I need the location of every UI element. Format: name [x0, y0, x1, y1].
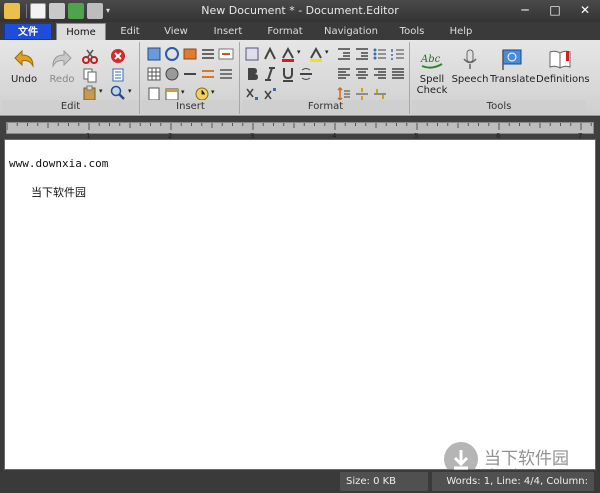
translate-globe-flag-icon	[502, 49, 522, 70]
insert-table-icon[interactable]	[146, 66, 162, 82]
strikethrough-icon[interactable]	[298, 66, 314, 82]
text-color-icon[interactable]	[280, 46, 296, 62]
document-editor-area[interactable]: www.downxia.com 当下软件园	[4, 139, 596, 470]
ribbon-group-edit: Undo Redo ▾ ▾ Edit	[2, 42, 140, 114]
status-bar: Size: 0 KB Words: 1, Line: 4/4, Column: …	[0, 470, 600, 493]
redo-button[interactable]: Redo	[42, 46, 82, 96]
speech-label: Speech	[451, 74, 489, 85]
tab-format[interactable]: Format	[262, 23, 308, 40]
insert-picture-icon[interactable]	[146, 46, 162, 62]
tab-view[interactable]: View	[156, 23, 196, 40]
horizontal-ruler[interactable]: 1 2 3 4 5 6 7	[0, 117, 600, 140]
spell-check-abc-icon: Abc	[420, 54, 443, 69]
ribbon: Undo Redo ▾ ▾ Edit ▾ ▾ Insert ▾ ▾ Format…	[0, 40, 600, 116]
group-label-tools: Tools	[412, 100, 586, 113]
title-bar: ▾ New Document * - Document.Editor ─ □ ✕	[0, 0, 600, 22]
bullet-list-icon[interactable]	[372, 46, 388, 62]
tab-help[interactable]: Help	[444, 23, 478, 40]
microphone-icon	[463, 49, 477, 69]
group-label-insert: Insert	[142, 100, 239, 113]
text-color-chevron-icon[interactable]: ▾	[297, 48, 305, 64]
ruler-track	[6, 122, 594, 134]
highlight-chevron-icon[interactable]: ▾	[325, 48, 333, 64]
document-line-chinese[interactable]: 当下软件园	[31, 184, 86, 200]
insert-shape-icon[interactable]	[182, 46, 198, 62]
group-label-format: Format	[242, 100, 409, 113]
dictionary-book-icon	[549, 50, 571, 69]
ribbon-tab-strip: 文件 Home Edit View Insert Format Navigati…	[0, 22, 600, 40]
redo-label: Redo	[49, 74, 75, 85]
ruler-ticks	[6, 123, 592, 130]
indent-decrease-icon[interactable]	[336, 46, 352, 62]
status-size: Size: 0 KB	[340, 472, 428, 491]
insert-object-icon[interactable]	[164, 66, 180, 82]
tab-navigation[interactable]: Navigation	[320, 23, 382, 40]
cut-scissors-icon[interactable]	[82, 48, 98, 64]
group-label-edit: Edit	[2, 100, 139, 113]
ribbon-group-insert: ▾ ▾ Insert	[142, 42, 240, 114]
tab-file[interactable]: 文件	[4, 23, 52, 40]
ribbon-group-tools: Abc Spell Check Speech Translate Definit…	[412, 42, 590, 114]
italic-icon[interactable]	[262, 66, 278, 82]
indent-increase-icon[interactable]	[354, 46, 370, 62]
insert-symbol-icon[interactable]	[200, 46, 216, 62]
watermark-text: 当下软件园	[484, 449, 569, 469]
status-position-info: Words: 1, Line: 4/4, Column: 9/9	[432, 472, 594, 491]
tab-home[interactable]: Home	[56, 23, 106, 40]
find-magnifier-icon[interactable]	[110, 85, 126, 101]
underline-icon[interactable]	[280, 66, 296, 82]
translate-button[interactable]: Translate	[490, 46, 536, 96]
speech-button[interactable]: Speech	[450, 46, 490, 96]
spell-check-label-line1: Spell	[419, 74, 445, 85]
bold-icon[interactable]	[244, 66, 260, 82]
definitions-button[interactable]: Definitions	[536, 46, 590, 96]
highlight-icon[interactable]	[308, 46, 324, 62]
close-button[interactable]: ✕	[570, 0, 600, 20]
select-all-icon[interactable]	[110, 67, 126, 83]
numbered-list-icon[interactable]	[390, 46, 406, 62]
document-line-url[interactable]: www.downxia.com	[9, 157, 108, 170]
translate-label: Translate	[490, 74, 536, 85]
justify-icon[interactable]	[390, 66, 406, 82]
undo-arrow-icon	[14, 49, 34, 68]
align-center-icon[interactable]	[354, 66, 370, 82]
spell-check-button[interactable]: Abc Spell Check	[412, 46, 452, 96]
maximize-button[interactable]: □	[540, 0, 570, 20]
font-size-icon[interactable]	[262, 46, 278, 62]
undo-label: Undo	[10, 74, 38, 85]
ribbon-group-format: ▾ ▾ Format	[242, 42, 410, 114]
undo-button[interactable]: Undo	[4, 46, 44, 96]
horizontal-line-icon[interactable]	[182, 66, 198, 82]
insert-link-icon[interactable]	[164, 46, 180, 62]
font-icon[interactable]	[244, 46, 260, 62]
insert-break-icon[interactable]	[200, 66, 216, 82]
insert-text-box-icon[interactable]	[218, 46, 234, 62]
svg-text:Abc: Abc	[420, 54, 441, 65]
definitions-label: Definitions	[536, 74, 590, 85]
tab-edit[interactable]: Edit	[110, 23, 150, 40]
delete-circle-icon[interactable]	[110, 48, 126, 64]
tab-tools[interactable]: Tools	[394, 23, 430, 40]
redo-arrow-icon	[52, 49, 72, 68]
spell-check-label-line2: Check	[416, 85, 448, 96]
paste-clipboard-icon[interactable]	[82, 85, 98, 101]
tab-insert[interactable]: Insert	[206, 23, 250, 40]
minimize-button[interactable]: ─	[510, 0, 540, 20]
copy-icon[interactable]	[82, 67, 98, 83]
align-right-icon[interactable]	[372, 66, 388, 82]
align-left-icon[interactable]	[336, 66, 352, 82]
insert-list-lines-icon[interactable]	[218, 66, 234, 82]
